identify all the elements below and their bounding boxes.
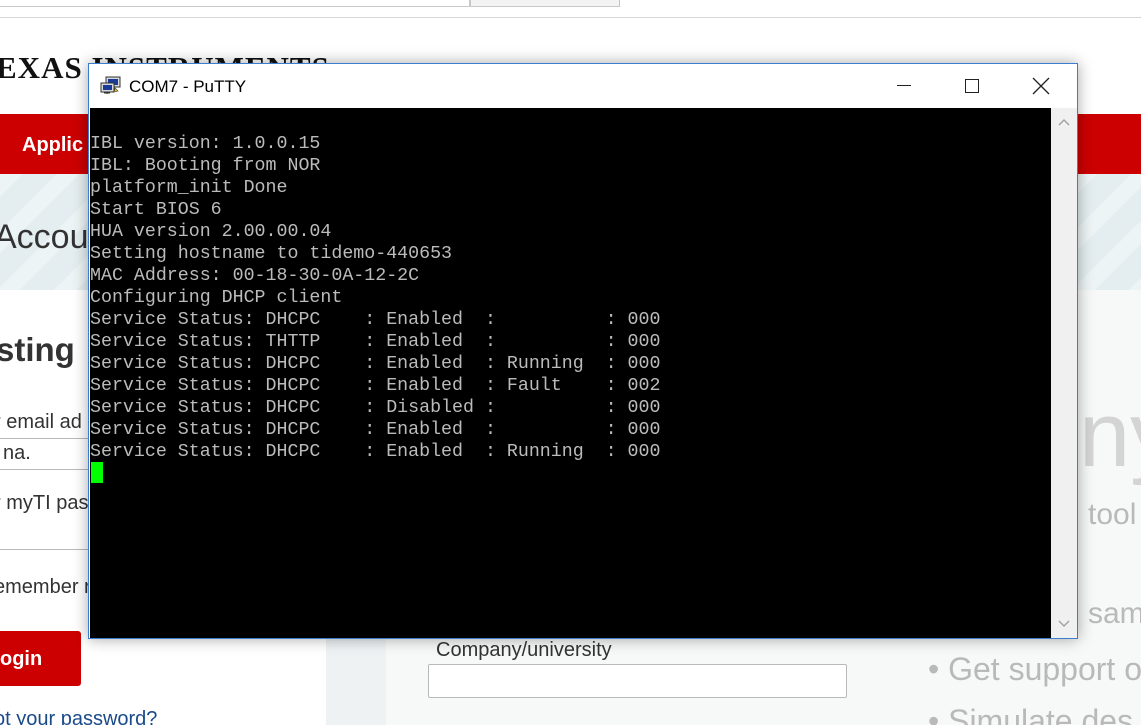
forgot-password-link[interactable]: ot your password? xyxy=(0,708,157,725)
company-label: Company/university xyxy=(436,639,612,661)
benefit-text-samples: sam xyxy=(1088,597,1141,630)
address-bar[interactable] xyxy=(0,0,470,7)
benefit-text-tools: tool xyxy=(1088,498,1137,531)
banner-title: Accour xyxy=(0,218,100,256)
terminal-line: Setting hostname to tidemo-440653 xyxy=(90,244,453,264)
password-field[interactable] xyxy=(0,549,100,550)
terminal-line: IBL: Booting from NOR xyxy=(90,156,321,176)
close-button[interactable] xyxy=(1007,64,1077,108)
terminal-line: Service Status: DHCPC : Disabled : : 000 xyxy=(90,398,661,418)
terminal-output: IBL version: 1.0.0.15 IBL: Booting from N… xyxy=(90,133,660,463)
logo-text-1: EXAS xyxy=(0,50,83,85)
terminal-line: Configuring DHCP client xyxy=(90,288,343,308)
minimize-icon xyxy=(897,85,911,86)
maximize-icon xyxy=(965,79,979,93)
terminal-line: Service Status: DHCPC : Enabled : Runnin… xyxy=(90,442,661,462)
terminal-line: Start BIOS 6 xyxy=(90,200,222,220)
chevron-up-icon[interactable] xyxy=(1055,114,1073,132)
terminal-line: MAC Address: 00-18-30-0A-12-2C xyxy=(90,266,420,286)
terminal-line: Service Status: DHCPC : Enabled : : 000 xyxy=(90,420,661,440)
terminal-line: Service Status: DHCPC : Enabled : Fault … xyxy=(90,376,661,396)
maximize-button[interactable] xyxy=(937,64,1007,108)
window-title: COM7 - PuTTY xyxy=(129,77,247,96)
putty-app-icon[interactable] xyxy=(100,76,122,96)
header-divider xyxy=(0,17,1141,18)
minimize-button[interactable] xyxy=(869,64,939,108)
email-field[interactable]: na. xyxy=(0,438,102,470)
terminal-line: Service Status: DHCPC : Enabled : : 000 xyxy=(90,310,661,330)
address-bar-button[interactable] xyxy=(470,0,620,7)
login-button-label: ogin xyxy=(0,648,43,670)
email-label: r email ad xyxy=(0,411,82,433)
benefit-bullet-simulate: • Simulate des xyxy=(928,703,1134,725)
terminal-line: platform_init Done xyxy=(90,178,288,198)
vertical-scrollbar[interactable] xyxy=(1051,108,1077,638)
terminal-line: Service Status: DHCPC : Enabled : Runnin… xyxy=(90,354,661,374)
putty-window[interactable]: COM7 - PuTTY IBL version: 1.0.0.15 IBL: B… xyxy=(88,63,1078,639)
password-label: r myTI pas xyxy=(0,492,89,514)
chevron-down-icon[interactable] xyxy=(1055,614,1073,632)
email-field-value: na. xyxy=(3,442,31,464)
nav-item-applications[interactable]: Applic xyxy=(22,134,83,157)
terminal-line: IBL version: 1.0.0.15 xyxy=(90,134,321,154)
title-bar[interactable]: COM7 - PuTTY xyxy=(89,64,1077,108)
remember-me-label[interactable]: emember r xyxy=(0,576,91,599)
terminal-line: Service Status: THTTP : Enabled : : 000 xyxy=(90,332,661,352)
benefit-bullet-support: • Get support o xyxy=(928,651,1141,687)
terminal-cursor xyxy=(91,462,103,483)
close-icon xyxy=(1032,77,1050,95)
register-heading-fragment: ny xyxy=(1079,384,1141,486)
terminal-screen[interactable]: IBL version: 1.0.0.15 IBL: Booting from N… xyxy=(90,108,1051,638)
login-heading: sting xyxy=(0,331,75,368)
terminal-line: HUA version 2.00.00.04 xyxy=(90,222,332,242)
login-button[interactable]: ogin xyxy=(0,631,81,686)
company-field[interactable] xyxy=(428,664,847,698)
